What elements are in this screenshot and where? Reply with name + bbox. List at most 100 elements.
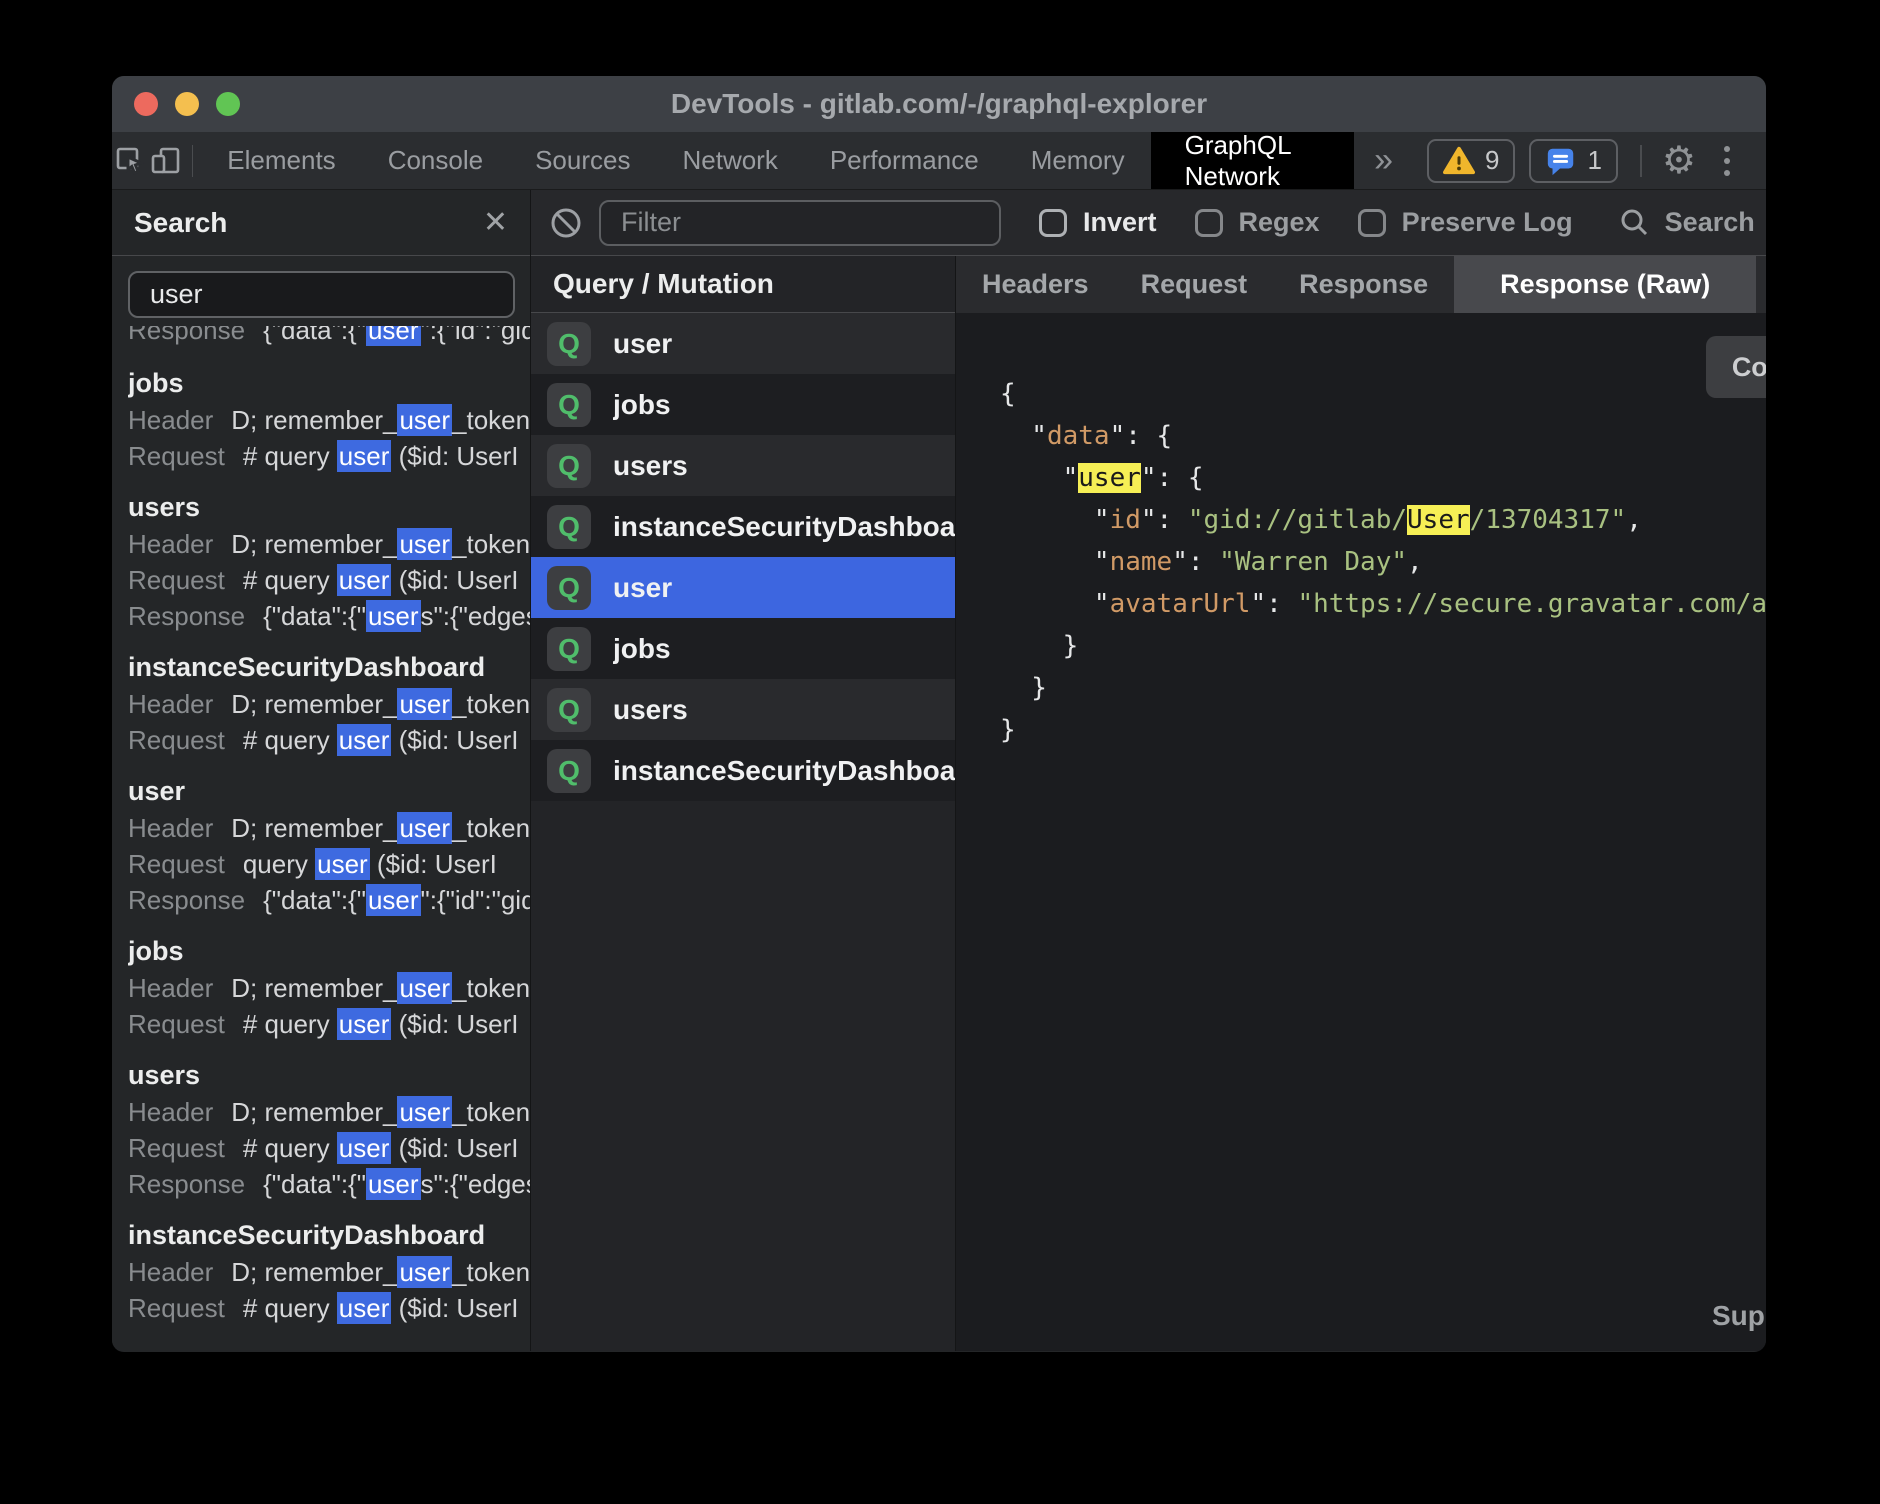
- devtools-controls: 9 1 ⚙: [1413, 139, 1766, 183]
- result-line[interactable]: Request# query user ($id: UserI: [128, 438, 530, 474]
- result-line[interactable]: Request# query user ($id: UserI: [128, 1006, 530, 1042]
- tab-elements[interactable]: Elements: [201, 132, 361, 189]
- query-type-icon: Q: [547, 444, 591, 488]
- devtools-tab-bar: Elements Console Sources Network Perform…: [112, 132, 1766, 190]
- json-line: "data": {: [1000, 415, 1766, 457]
- result-line[interactable]: HeaderD; remember_user_token=e: [128, 810, 530, 846]
- json-line: "avatarUrl": "https://secure.gravatar.co…: [1000, 583, 1766, 625]
- query-type-icon: Q: [547, 627, 591, 671]
- preserve-log-label[interactable]: Preserve Log: [1402, 207, 1573, 238]
- device-toolbar-icon[interactable]: [148, 132, 184, 189]
- tab-headers[interactable]: Headers: [956, 256, 1115, 313]
- minimize-window-button[interactable]: [175, 92, 199, 116]
- result-group-title[interactable]: instanceSecurityDashboard: [128, 1216, 530, 1254]
- more-tabs-chevron-icon[interactable]: »: [1354, 141, 1413, 180]
- query-list-pane: Query / Mutation Q user Q jobs Q users: [531, 256, 956, 1351]
- regex-checkbox-group: Regex: [1195, 207, 1320, 238]
- preserve-log-checkbox[interactable]: [1358, 209, 1386, 237]
- search-input[interactable]: [128, 271, 515, 318]
- tab-performance[interactable]: Performance: [804, 132, 1005, 189]
- result-group-title[interactable]: jobs: [128, 932, 530, 970]
- query-type-icon: Q: [547, 505, 591, 549]
- result-group-title[interactable]: instanceSecurityDashboard: [128, 648, 530, 686]
- json-line: "user": {: [1000, 457, 1766, 499]
- result-line[interactable]: HeaderD; remember_user_token=e: [128, 526, 530, 562]
- query-row-user[interactable]: Q user: [531, 313, 955, 374]
- query-type-icon: Q: [547, 749, 591, 793]
- support-link[interactable]: Support: [1712, 1295, 1766, 1337]
- query-type-icon: Q: [547, 383, 591, 427]
- query-row-users[interactable]: Q users: [531, 679, 955, 740]
- result-line[interactable]: Response{"data":{"user":{"id":"gid: [128, 326, 530, 350]
- result-line[interactable]: HeaderD; remember_user_token=e: [128, 970, 530, 1006]
- query-row-user-selected[interactable]: Q user: [531, 557, 955, 618]
- result-line[interactable]: Request# query user ($id: UserI: [128, 1290, 530, 1326]
- regex-checkbox[interactable]: [1195, 209, 1223, 237]
- json-line: }: [1000, 625, 1766, 667]
- invert-checkbox-group: Invert: [1039, 207, 1157, 238]
- tab-request[interactable]: Request: [1115, 256, 1274, 313]
- tab-graphql-network[interactable]: GraphQL Network: [1151, 132, 1354, 189]
- more-options-menu-icon[interactable]: [1706, 146, 1748, 176]
- search-pane: Search ✕ Response{"data":{"user":{"id":"…: [112, 190, 531, 1351]
- zoom-window-button[interactable]: [216, 92, 240, 116]
- detail-pane: Headers Request Response Response (Raw) …: [956, 256, 1766, 1351]
- query-row-users[interactable]: Q users: [531, 435, 955, 496]
- result-group-title[interactable]: users: [128, 1056, 530, 1094]
- json-line: "id": "gid://gitlab/User/13704317",: [1000, 499, 1766, 541]
- result-line[interactable]: Request# query user ($id: UserI: [128, 1130, 530, 1166]
- tab-response-raw[interactable]: Response (Raw): [1454, 256, 1756, 313]
- result-line[interactable]: Request# query user ($id: UserI: [128, 722, 530, 758]
- result-line[interactable]: Response{"data":{"user":{"id":"gid: [128, 882, 530, 918]
- json-line: }: [1000, 667, 1766, 709]
- settings-gear-icon[interactable]: ⚙: [1652, 142, 1706, 180]
- tab-network[interactable]: Network: [656, 132, 803, 189]
- close-window-button[interactable]: [134, 92, 158, 116]
- controls-separator: [1640, 145, 1642, 177]
- result-group-title[interactable]: users: [128, 488, 530, 526]
- result-line[interactable]: HeaderD; remember_user_token=e: [128, 686, 530, 722]
- issues-badge[interactable]: 1: [1529, 139, 1617, 183]
- invert-checkbox[interactable]: [1039, 209, 1067, 237]
- query-row-jobs[interactable]: Q jobs: [531, 374, 955, 435]
- result-line[interactable]: Response{"data":{"users":{"edges: [128, 598, 530, 634]
- tab-sources[interactable]: Sources: [509, 132, 656, 189]
- json-line: }: [1000, 709, 1766, 751]
- query-row-instance-security-dashboard[interactable]: Q instanceSecurityDashboard: [531, 496, 955, 557]
- toolbar-separator: [192, 145, 193, 177]
- result-group-title[interactable]: user: [128, 772, 530, 810]
- result-group-title[interactable]: jobs: [128, 364, 530, 402]
- toolbar-search[interactable]: Search: [1617, 205, 1755, 241]
- issues-count: 1: [1587, 145, 1601, 176]
- inspect-element-icon[interactable]: [112, 132, 148, 189]
- query-list-header: Query / Mutation: [531, 256, 955, 313]
- tab-console[interactable]: Console: [362, 132, 509, 189]
- response-raw-viewer: Copy { "data": { "user": { "id": "gid://…: [956, 313, 1766, 1351]
- query-row-jobs[interactable]: Q jobs: [531, 618, 955, 679]
- result-line[interactable]: Response{"data":{"users":{"edges: [128, 1166, 530, 1202]
- query-row-instance-security-dashboard[interactable]: Q instanceSecurityDashboard: [531, 740, 955, 801]
- result-line[interactable]: HeaderD; remember_user_token=e: [128, 1094, 530, 1130]
- tab-memory[interactable]: Memory: [1005, 132, 1151, 189]
- result-line[interactable]: Request# query user ($id: UserI: [128, 562, 530, 598]
- clear-requests-icon[interactable]: [547, 204, 585, 242]
- copy-button[interactable]: Copy: [1706, 336, 1766, 398]
- filter-input[interactable]: [599, 200, 1001, 246]
- traffic-lights: [134, 76, 240, 132]
- warnings-count: 9: [1485, 145, 1499, 176]
- network-toolbar: Invert Regex Preserve Log Search: [531, 190, 1766, 256]
- title-bar: DevTools - gitlab.com/-/graphql-explorer: [112, 76, 1766, 132]
- search-pane-header: Search ✕: [112, 190, 530, 256]
- message-bubble-icon: [1545, 145, 1577, 177]
- tab-response[interactable]: Response: [1273, 256, 1454, 313]
- result-line[interactable]: HeaderD; remember_user_token=e: [128, 402, 530, 438]
- result-line[interactable]: Requestquery user ($id: UserI: [128, 846, 530, 882]
- window-title: DevTools - gitlab.com/-/graphql-explorer: [671, 88, 1207, 120]
- warnings-badge[interactable]: 9: [1427, 139, 1515, 183]
- search-close-icon[interactable]: ✕: [483, 205, 508, 240]
- preserve-log-checkbox-group: Preserve Log: [1358, 207, 1573, 238]
- search-icon: [1617, 205, 1653, 241]
- result-line[interactable]: HeaderD; remember_user_token=e: [128, 1254, 530, 1290]
- regex-label[interactable]: Regex: [1239, 207, 1320, 238]
- invert-label[interactable]: Invert: [1083, 207, 1157, 238]
